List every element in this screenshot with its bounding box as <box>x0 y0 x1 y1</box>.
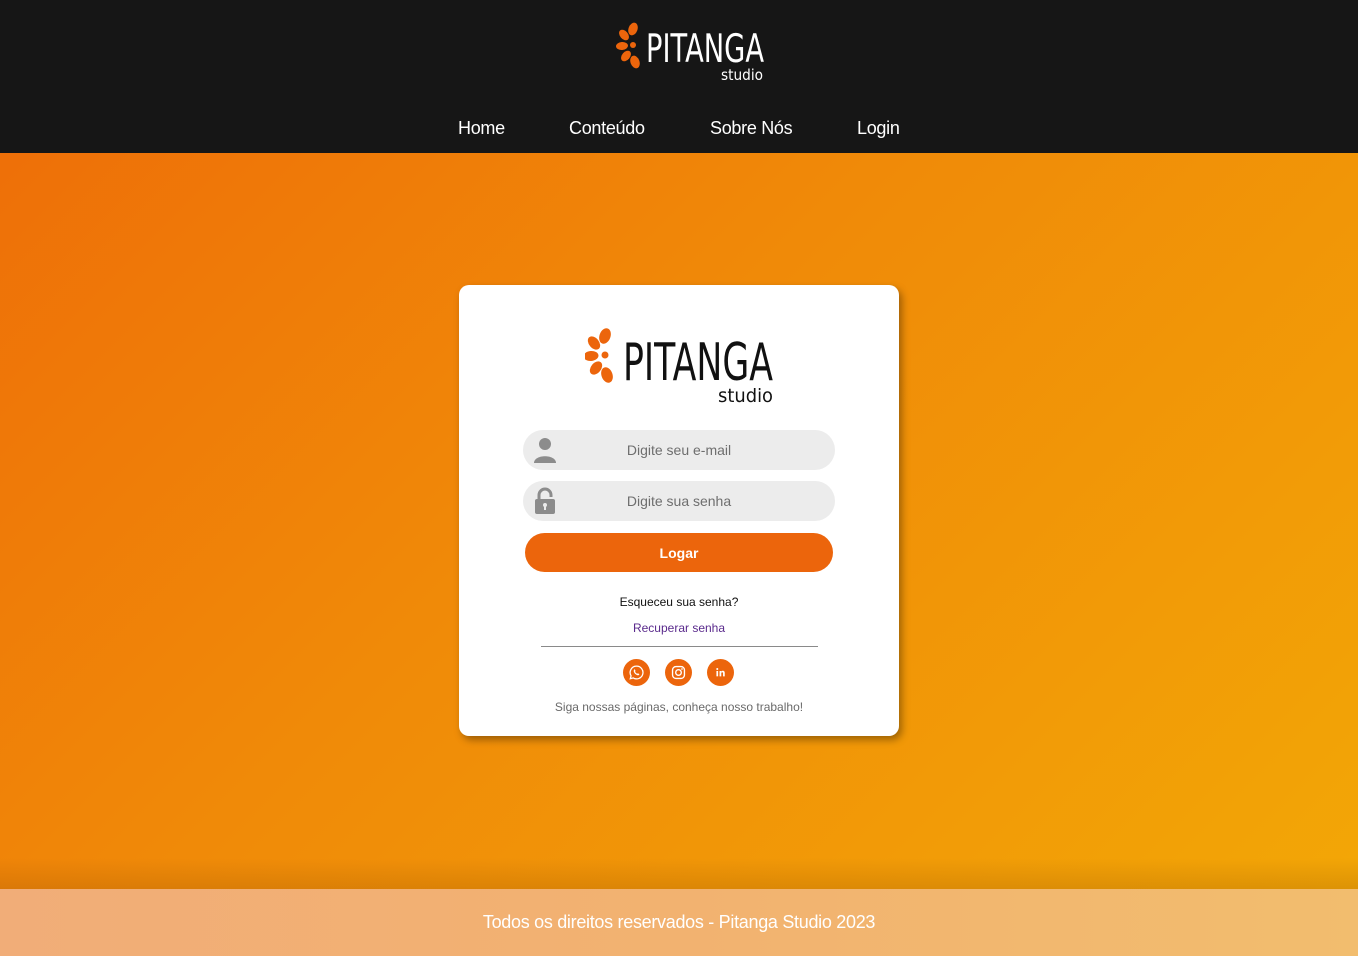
svg-text:studio: studio <box>721 66 763 84</box>
main-nav: Home Conteúdo Sobre Nós Login <box>0 118 1358 144</box>
footer-shadow <box>0 858 1358 889</box>
site-footer: Todos os direitos reservados - Pitanga S… <box>0 889 1358 956</box>
svg-text:PITANGA: PITANGA <box>623 333 773 393</box>
email-field <box>523 430 835 470</box>
recover-password-link[interactable]: Recuperar senha <box>459 621 899 635</box>
linkedin-button[interactable] <box>707 659 734 686</box>
svg-text:studio: studio <box>718 385 773 405</box>
user-icon <box>534 438 556 463</box>
login-button[interactable]: Logar <box>525 533 833 572</box>
nav-conteudo[interactable]: Conteúdo <box>569 118 645 139</box>
login-card: PITANGA studio Logar Esqueceu sua senha?… <box>459 285 899 736</box>
nav-home[interactable]: Home <box>458 118 505 139</box>
forgot-password-text: Esqueceu sua senha? <box>619 595 739 609</box>
instagram-icon <box>671 665 686 680</box>
nav-sobre-nos[interactable]: Sobre Nós <box>710 118 793 139</box>
pitanga-logo[interactable]: PITANGA studio <box>616 22 766 86</box>
whatsapp-icon <box>629 665 644 680</box>
pitanga-flower-icon <box>585 328 613 383</box>
linkedin-icon <box>716 667 725 677</box>
nav-login[interactable]: Login <box>857 118 900 139</box>
password-field <box>523 481 835 521</box>
copyright-text: Todos os direitos reservados - Pitanga S… <box>482 912 876 932</box>
pitanga-flower-icon <box>616 22 640 69</box>
site-header: PITANGA studio Home Conteúdo Sobre Nós L… <box>0 0 1358 153</box>
password-input[interactable] <box>523 481 835 521</box>
pitanga-logo: PITANGA studio <box>585 328 773 405</box>
divider <box>541 646 818 647</box>
email-input[interactable] <box>523 430 835 470</box>
lock-icon <box>535 487 555 514</box>
instagram-button[interactable] <box>665 659 692 686</box>
whatsapp-button[interactable] <box>623 659 650 686</box>
follow-text: Siga nossas páginas, conheça nosso traba… <box>554 700 804 714</box>
